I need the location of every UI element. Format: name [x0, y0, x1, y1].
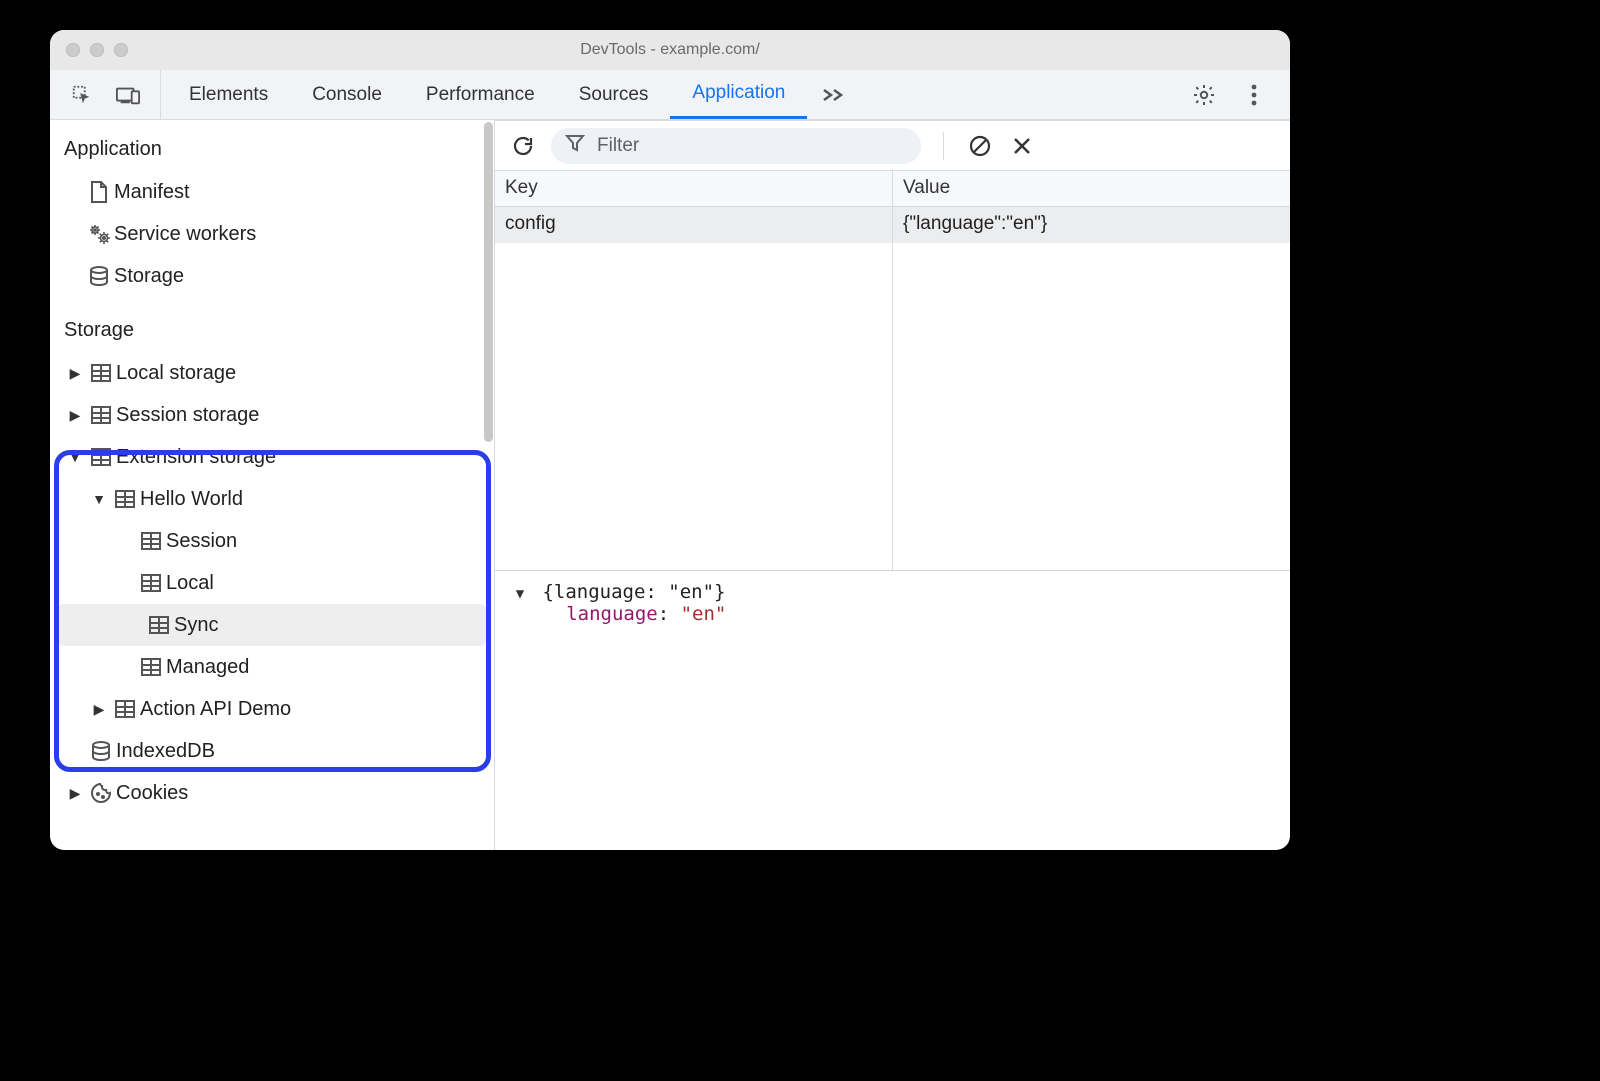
section-storage: Storage: [50, 297, 494, 352]
filter-icon: [565, 134, 585, 157]
sidebar-scrollbar[interactable]: [484, 122, 493, 442]
settings-icon[interactable]: [1190, 81, 1218, 109]
table-icon: [136, 573, 166, 593]
devtools-window: DevTools - example.com/ Elements Console: [50, 30, 1290, 850]
collapse-icon: ▼: [509, 586, 531, 602]
sidebar-item-manifest[interactable]: Manifest: [50, 171, 494, 213]
tab-elements[interactable]: Elements: [167, 70, 290, 119]
label: Sync: [174, 614, 218, 637]
label: Hello World: [140, 488, 243, 511]
cell-key: config: [495, 207, 892, 243]
delete-selected-icon[interactable]: [1008, 132, 1036, 160]
sidebar-item-session[interactable]: Session: [50, 520, 494, 562]
label: Cookies: [116, 782, 188, 805]
tabstrip: Elements Console Performance Sources App…: [50, 70, 1290, 120]
label: Local storage: [116, 362, 236, 385]
body: Application Manifest: [50, 120, 1290, 850]
sidebar-item-sync[interactable]: Sync: [58, 604, 486, 646]
label: Storage: [114, 265, 184, 288]
sidebar-item-indexeddb[interactable]: IndexedDB: [50, 730, 494, 772]
sidebar-item-service-workers[interactable]: Service workers: [50, 213, 494, 255]
storage-table: Key Value config {"language":"en"}: [495, 171, 1290, 571]
sidebar-item-action-api-demo[interactable]: ▶ Action API Demo: [50, 688, 494, 730]
table-icon: [86, 363, 116, 383]
more-tabs-button[interactable]: [807, 70, 859, 119]
table-icon: [136, 531, 166, 551]
table-icon: [86, 447, 116, 467]
object-header[interactable]: ▼ {language: "en"}: [509, 581, 1276, 603]
database-icon: [84, 265, 114, 287]
cookie-icon: [86, 782, 116, 804]
gears-icon: [84, 223, 114, 245]
table-header: Key Value: [495, 171, 1290, 207]
table-row[interactable]: config {"language":"en"}: [495, 207, 1290, 243]
object-property[interactable]: language: "en": [509, 603, 1276, 625]
label: IndexedDB: [116, 740, 215, 763]
clear-all-icon[interactable]: [966, 132, 994, 160]
sidebar-item-hello-world[interactable]: ▼ Hello World: [50, 478, 494, 520]
database-icon: [86, 740, 116, 762]
expand-icon: ▶: [64, 365, 86, 382]
table-icon: [86, 405, 116, 425]
sidebar: Application Manifest: [50, 120, 495, 850]
refresh-icon[interactable]: [509, 132, 537, 160]
label: Service workers: [114, 223, 256, 246]
table-icon: [144, 615, 174, 635]
col-value[interactable]: Value: [892, 171, 1290, 206]
filter-input[interactable]: Filter: [551, 128, 921, 164]
expand-icon: ▶: [88, 701, 110, 718]
tab-application[interactable]: Application: [670, 70, 807, 119]
inspect-element-icon[interactable]: [68, 81, 96, 109]
sidebar-item-managed[interactable]: Managed: [50, 646, 494, 688]
tab-console[interactable]: Console: [290, 70, 404, 119]
table-icon: [110, 699, 140, 719]
label: Session storage: [116, 404, 259, 427]
value-detail-pane: ▼ {language: "en"} language: "en": [495, 571, 1290, 850]
col-key[interactable]: Key: [495, 171, 892, 206]
table-icon: [136, 657, 166, 677]
sidebar-item-session-storage[interactable]: ▶ Session storage: [50, 394, 494, 436]
cell-value: {"language":"en"}: [892, 207, 1290, 243]
sidebar-item-local-storage[interactable]: ▶ Local storage: [50, 352, 494, 394]
expand-icon: ▶: [64, 407, 86, 424]
sidebar-item-cookies[interactable]: ▶ Cookies: [50, 772, 494, 814]
label: Extension storage: [116, 446, 276, 469]
sidebar-item-storage[interactable]: Storage: [50, 255, 494, 297]
label: Session: [166, 530, 237, 553]
window-title: DevTools - example.com/: [50, 41, 1290, 59]
sidebar-item-local[interactable]: Local: [50, 562, 494, 604]
expand-icon: ▶: [64, 785, 86, 802]
section-application: Application: [50, 130, 494, 171]
kebab-menu-icon[interactable]: [1240, 81, 1268, 109]
device-toolbar-icon[interactable]: [114, 81, 142, 109]
file-icon: [84, 180, 114, 204]
table-icon: [110, 489, 140, 509]
label: Local: [166, 572, 214, 595]
sidebar-item-extension-storage[interactable]: ▼ Extension storage: [50, 436, 494, 478]
tab-performance[interactable]: Performance: [404, 70, 557, 119]
main-panel: Filter Key Value: [495, 120, 1290, 850]
collapse-icon: ▼: [64, 449, 86, 465]
storage-toolbar: Filter: [495, 121, 1290, 171]
label: Managed: [166, 656, 249, 679]
tab-sources[interactable]: Sources: [557, 70, 671, 119]
titlebar: DevTools - example.com/: [50, 30, 1290, 70]
label: Manifest: [114, 181, 190, 204]
label: Action API Demo: [140, 698, 291, 721]
separator: [943, 132, 944, 160]
table-empty-area: [495, 243, 1290, 570]
collapse-icon: ▼: [88, 491, 110, 507]
filter-placeholder: Filter: [597, 135, 639, 157]
